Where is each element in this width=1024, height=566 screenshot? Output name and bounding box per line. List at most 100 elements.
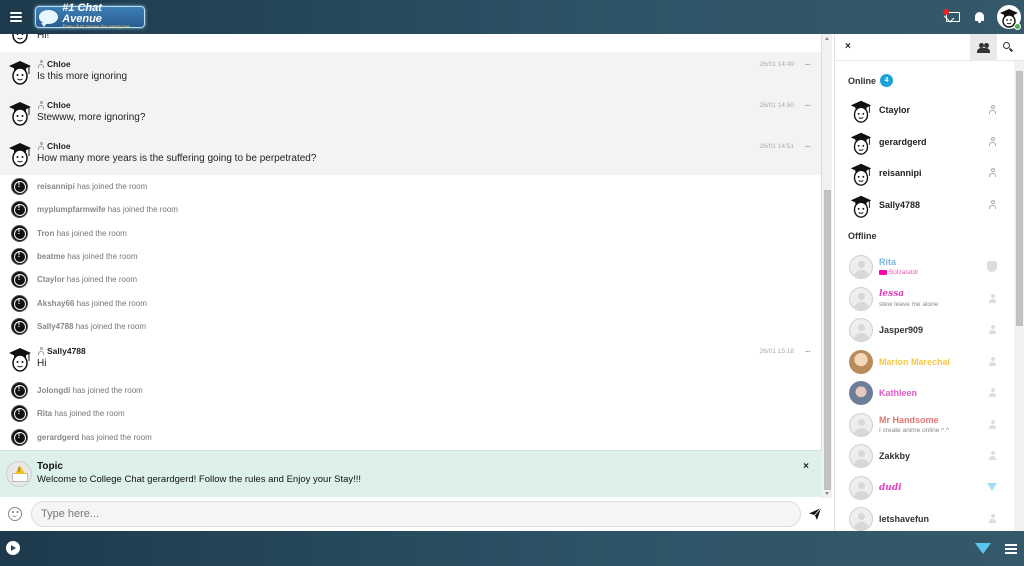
scrollbar-thumb[interactable]: [824, 190, 831, 490]
close-panel-button[interactable]: ×: [845, 41, 851, 52]
topic-title: Topic: [37, 461, 63, 472]
online-user-row[interactable]: reisannipi: [835, 158, 1014, 189]
user-mood: stew leave me alone: [879, 301, 938, 308]
search-icon[interactable]: [1003, 42, 1014, 52]
smiley-icon[interactable]: [8, 507, 22, 521]
user-name: reisannipi: [879, 168, 922, 178]
hamburger-icon[interactable]: [10, 12, 22, 22]
author-name[interactable]: Chloe: [47, 59, 71, 69]
panel-scrollbar[interactable]: [1014, 61, 1024, 531]
notice-text: Sally4788 has joined the room: [37, 322, 146, 331]
graduate-avatar-icon[interactable]: [8, 140, 32, 168]
notice-suffix: has joined the room: [76, 298, 147, 308]
message-author[interactable]: Chloe: [37, 59, 71, 69]
user-name: Jasper909: [879, 325, 924, 335]
user-name: Rita: [879, 257, 897, 267]
my-avatar[interactable]: [997, 5, 1021, 30]
offline-user-row[interactable]: Zakkby: [835, 441, 1014, 472]
default-avatar-icon: [849, 412, 873, 437]
graduate-avatar-icon[interactable]: [8, 58, 32, 86]
notice-text: beatme has joined the room: [37, 252, 138, 261]
message-options-button[interactable]: ...: [805, 139, 811, 150]
notice-suffix: has joined the room: [72, 386, 143, 395]
top-bar: #1 Chat Avenue Free chat rooms for every…: [0, 0, 1024, 34]
offline-user-row[interactable]: dudi: [835, 473, 1014, 504]
topic-close-button[interactable]: ×: [803, 461, 809, 472]
notice-username[interactable]: beatme: [37, 252, 65, 261]
user-icon: [37, 142, 45, 150]
alert-icon: [11, 201, 28, 219]
message-options-button[interactable]: ...: [805, 344, 811, 355]
notice-username[interactable]: Sally4788: [37, 322, 73, 331]
system-notice: myplumpfarmwife has joined the room: [0, 198, 822, 221]
alert-icon: [11, 247, 28, 265]
author-name[interactable]: Chloe: [47, 141, 71, 151]
site-logo[interactable]: #1 Chat Avenue Free chat rooms for every…: [35, 2, 145, 31]
notice-username[interactable]: Rita: [37, 409, 52, 418]
notice-suffix: has joined the room: [81, 432, 152, 442]
notice-username[interactable]: Tron: [37, 229, 54, 238]
user-name: lessa: [879, 288, 905, 299]
chat-message: Hi!: [0, 34, 822, 52]
message-author[interactable]: Chloe: [37, 141, 71, 151]
notice-username[interactable]: reisannipi: [37, 182, 75, 191]
alert-icon: [11, 178, 28, 195]
notice-text: reisannipi has joined the room: [37, 182, 147, 191]
chat-scrollbar[interactable]: [821, 34, 832, 498]
users-icon[interactable]: [970, 34, 997, 61]
menu-icon[interactable]: [1005, 544, 1017, 554]
offline-user-row[interactable]: Kathleen: [835, 378, 1014, 409]
offline-user-row[interactable]: lessa stew leave me alone: [835, 284, 1014, 315]
offline-user-row[interactable]: Rita Bolzatatdr: [835, 252, 1014, 283]
graduate-avatar-icon[interactable]: [8, 34, 32, 45]
gem-icon[interactable]: [975, 543, 991, 554]
play-icon[interactable]: [6, 541, 20, 555]
alert-icon: [11, 294, 28, 312]
offline-label: Offline: [848, 231, 877, 241]
online-user-row[interactable]: gerardgerd: [835, 127, 1014, 158]
notice-suffix: has joined the room: [67, 251, 138, 261]
notice-username[interactable]: Ctaylor: [37, 275, 65, 284]
envelope-icon[interactable]: [943, 9, 960, 22]
author-name[interactable]: Sally4788: [47, 346, 86, 356]
offline-user-row[interactable]: Mr Handsome I create anime online ^.^: [835, 410, 1014, 441]
send-icon[interactable]: [808, 507, 822, 521]
message-input[interactable]: [31, 501, 801, 527]
online-user-row[interactable]: Ctaylor: [835, 95, 1014, 126]
notice-username[interactable]: Akshay66: [37, 299, 74, 308]
logo-title: #1 Chat Avenue: [62, 2, 102, 26]
notice-text: myplumpfarmwife has joined the room: [37, 205, 178, 214]
user-name: letshavefun: [879, 514, 930, 524]
topic-warning-icon: !: [6, 461, 32, 487]
default-avatar-icon: [849, 475, 873, 500]
author-name[interactable]: Chloe: [47, 100, 71, 110]
bell-icon[interactable]: [974, 11, 985, 23]
notice-username[interactable]: myplumpfarmwife: [37, 205, 105, 214]
panel-header: ×: [835, 34, 1024, 61]
graduate-avatar-icon[interactable]: [8, 345, 32, 373]
online-user-row[interactable]: Sally4788: [835, 190, 1014, 221]
alert-icon: [11, 405, 28, 423]
notice-text: gerardgerd has joined the room: [37, 433, 152, 442]
offline-user-row[interactable]: Jasper909: [835, 315, 1014, 346]
scrollbar-thumb[interactable]: [1016, 71, 1023, 326]
offline-user-row[interactable]: letshavefun: [835, 504, 1014, 531]
online-label: Online: [848, 75, 877, 86]
logo-subtitle: Free chat rooms for everyone: [62, 25, 130, 31]
message-author[interactable]: Sally4788: [37, 346, 86, 356]
notice-username[interactable]: gerardgerd: [37, 433, 79, 442]
notice-suffix: has joined the room: [75, 321, 146, 331]
default-avatar-icon: [849, 507, 873, 531]
offline-user-row[interactable]: Marion Marechal: [835, 347, 1014, 378]
notice-suffix: has joined the room: [54, 409, 125, 419]
user-icon: [37, 60, 45, 68]
gem-icon: [987, 482, 997, 491]
message-author[interactable]: Chloe: [37, 100, 71, 110]
message-options-button[interactable]: ...: [805, 57, 811, 68]
graduate-avatar-icon[interactable]: [8, 99, 32, 127]
message-options-button[interactable]: ...: [805, 98, 811, 109]
notice-text: Jolongdi has joined the room: [37, 386, 143, 395]
user-name: Marion Marechal: [879, 356, 951, 367]
chat-log[interactable]: Hi! Chloe Is this more ignoring 26/01 14:49…: [0, 34, 822, 498]
notice-username[interactable]: Jolongdi: [37, 386, 70, 395]
